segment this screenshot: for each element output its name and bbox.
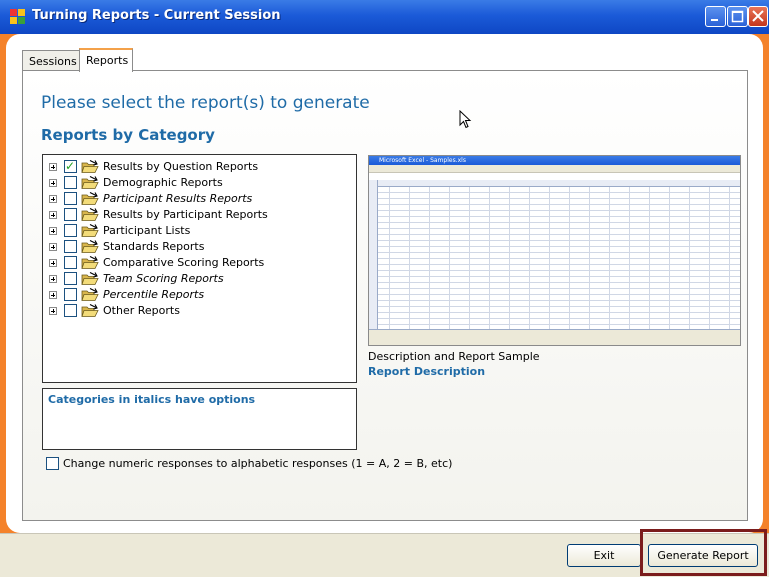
category-checkbox[interactable] bbox=[64, 272, 77, 285]
report-sample-preview: Microsoft Excel - Samples.xls bbox=[368, 155, 741, 346]
folder-open-icon bbox=[81, 160, 99, 173]
alphabetic-responses-label: Change numeric responses to alphabetic r… bbox=[63, 457, 453, 470]
category-checkbox[interactable] bbox=[64, 240, 77, 253]
sample-window-title: Microsoft Excel - Samples.xls bbox=[369, 156, 740, 165]
description-text: Categories in italics have options bbox=[48, 393, 256, 406]
folder-open-icon bbox=[81, 256, 99, 269]
sample-menu-bar bbox=[369, 165, 740, 173]
app-icon bbox=[10, 9, 26, 25]
category-label: Participant Results Reports bbox=[103, 192, 253, 205]
folder-open-icon bbox=[81, 288, 99, 301]
section-title: Reports by Category bbox=[41, 126, 215, 144]
expand-icon[interactable] bbox=[49, 227, 57, 235]
expand-icon[interactable] bbox=[49, 307, 57, 315]
folder-open-icon bbox=[81, 224, 99, 237]
page-title: Please select the report(s) to generate bbox=[41, 93, 370, 113]
report-description-link[interactable]: Report Description bbox=[368, 365, 485, 378]
maximize-button[interactable] bbox=[727, 6, 748, 27]
category-checkbox[interactable] bbox=[64, 158, 77, 174]
category-label: Standards Reports bbox=[103, 240, 205, 253]
expand-icon[interactable] bbox=[49, 243, 57, 251]
category-label: Results by Participant Reports bbox=[103, 208, 268, 221]
minimize-icon bbox=[711, 19, 718, 21]
sample-status-bar bbox=[369, 337, 740, 345]
expand-icon[interactable] bbox=[49, 179, 57, 187]
category-checkbox[interactable] bbox=[64, 208, 77, 221]
sample-spreadsheet-grid bbox=[369, 180, 740, 330]
expand-icon[interactable] bbox=[49, 259, 57, 267]
category-label: Team Scoring Reports bbox=[103, 272, 224, 285]
category-description-box: Categories in italics have options bbox=[42, 388, 357, 450]
category-label: Demographic Reports bbox=[103, 176, 223, 189]
folder-open-icon bbox=[81, 304, 99, 317]
close-button[interactable] bbox=[748, 6, 768, 27]
category-label: Other Reports bbox=[103, 304, 180, 317]
category-checkbox[interactable] bbox=[64, 288, 77, 301]
tab-reports[interactable]: Reports bbox=[79, 48, 133, 72]
category-label: Participant Lists bbox=[103, 224, 191, 237]
maximize-icon bbox=[731, 10, 744, 23]
category-checkbox[interactable] bbox=[64, 192, 77, 205]
folder-open-icon bbox=[81, 192, 99, 205]
sample-row-header bbox=[369, 180, 378, 330]
app-window: Turning Reports - Current Session Sessio… bbox=[0, 0, 769, 577]
exit-button[interactable]: Exit bbox=[567, 544, 641, 567]
category-label: Percentile Reports bbox=[103, 288, 205, 301]
sample-sheet-tabs bbox=[369, 329, 740, 337]
window-title: Turning Reports - Current Session bbox=[32, 8, 281, 23]
tab-container: Sessions Please select the report(s) to … bbox=[22, 48, 748, 521]
alphabetic-responses-checkbox[interactable] bbox=[46, 457, 59, 470]
folder-open-icon bbox=[81, 272, 99, 285]
expand-icon[interactable] bbox=[49, 275, 57, 283]
close-icon bbox=[752, 10, 764, 22]
expand-icon[interactable] bbox=[49, 195, 57, 203]
tab-sessions[interactable]: Sessions bbox=[22, 50, 80, 72]
category-checkbox[interactable] bbox=[64, 176, 77, 189]
category-label: Results by Question Reports bbox=[103, 160, 259, 173]
category-checkbox[interactable] bbox=[64, 256, 77, 269]
folder-open-icon bbox=[81, 176, 99, 189]
highlight-box bbox=[640, 529, 767, 576]
reports-panel: Please select the report(s) to generate … bbox=[22, 70, 748, 521]
category-label: Comparative Scoring Reports bbox=[103, 256, 265, 269]
title-bar: Turning Reports - Current Session bbox=[0, 0, 769, 34]
sample-column-header bbox=[369, 180, 740, 187]
expand-icon[interactable] bbox=[49, 163, 57, 171]
category-checkbox[interactable] bbox=[64, 304, 77, 317]
expand-icon[interactable] bbox=[49, 291, 57, 299]
category-tree: Results by Question Reports Demographic R… bbox=[42, 154, 357, 383]
folder-open-icon bbox=[81, 240, 99, 253]
expand-icon[interactable] bbox=[49, 211, 57, 219]
mouse-cursor-icon bbox=[459, 110, 472, 129]
sample-caption: Description and Report Sample bbox=[368, 350, 540, 363]
folder-open-icon bbox=[81, 208, 99, 221]
category-checkbox[interactable] bbox=[64, 224, 77, 237]
minimize-button[interactable] bbox=[705, 6, 726, 27]
